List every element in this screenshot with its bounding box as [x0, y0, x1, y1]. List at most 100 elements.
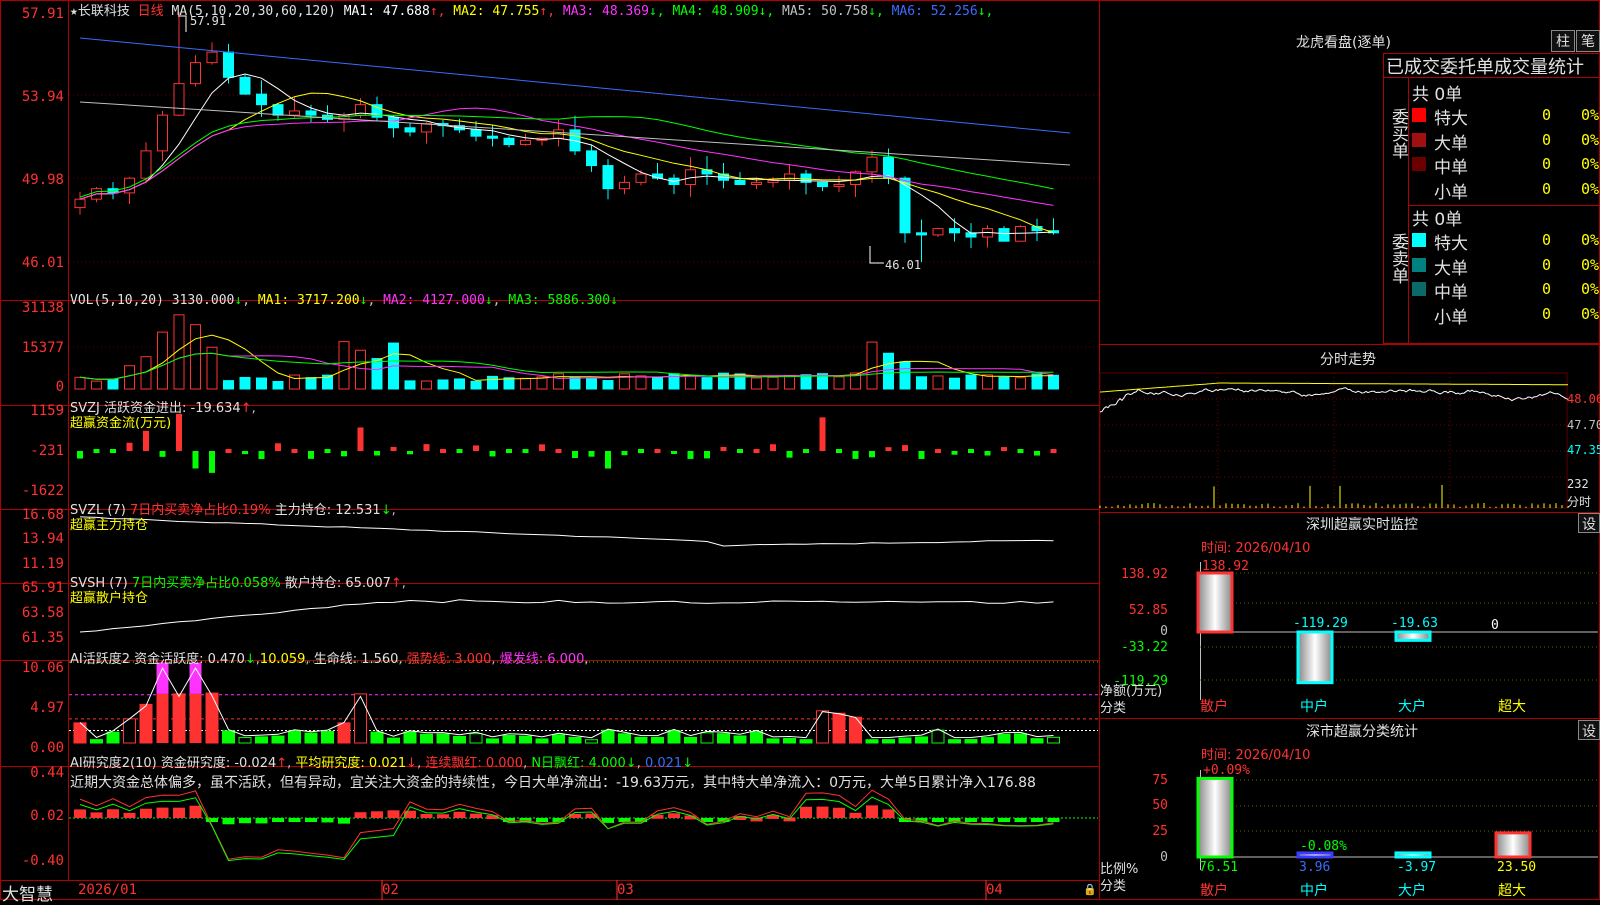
flow-bar: [984, 451, 991, 456]
research-line-2: [79, 796, 1054, 862]
monitor-category-label: 中户: [1300, 698, 1328, 715]
candle-body: [916, 232, 927, 236]
volume-bar: [569, 376, 581, 390]
volume-bar: [949, 377, 960, 390]
candle-body: [866, 156, 878, 173]
price-axis-label: 49.98: [21, 172, 64, 188]
research-bar: [453, 811, 466, 818]
research-bar: [998, 818, 1010, 822]
volume-bar: [602, 380, 614, 390]
activity-bar: [469, 733, 483, 744]
activity-bar: [502, 734, 516, 744]
research-line: [79, 789, 1054, 860]
lock-icon[interactable]: 🔒: [1083, 883, 1097, 896]
flow-bar: [192, 451, 199, 469]
activity-bar: [585, 739, 598, 744]
order-row-value: 0: [1542, 255, 1552, 274]
research-bar: [668, 813, 680, 818]
activity-bar: [288, 730, 301, 744]
research-bar: [1014, 818, 1027, 822]
high-mark: 57.91: [190, 14, 227, 28]
research-bar: [866, 805, 878, 818]
flow-bar: [440, 449, 446, 453]
monitor-value-label: -119.29: [1293, 616, 1348, 631]
activity-bar: [964, 739, 978, 744]
activity-bar: [981, 737, 994, 744]
activity-bar: [700, 732, 714, 744]
activity-bar: [717, 733, 730, 744]
flow-bar: [308, 451, 314, 459]
research-bar: [305, 818, 317, 822]
flow-bar: [704, 451, 710, 459]
bar-mode-button[interactable]: 柱: [1551, 30, 1575, 52]
research-bar: [470, 813, 482, 818]
monitor-settings-button[interactable]: 设: [1578, 513, 1600, 533]
lhb-title: 龙虎看盘(逐单): [1296, 35, 1391, 51]
activity-bar: [898, 737, 912, 744]
volume-bar: [256, 377, 267, 390]
activity-bar: [321, 730, 334, 744]
activity-bar: [667, 730, 681, 744]
activity-bar: [568, 736, 582, 744]
candle-body: [503, 137, 515, 146]
activity-bar: [354, 693, 367, 744]
volume-bar: [239, 376, 251, 390]
order-row-percent: 0%: [1581, 106, 1600, 124]
activity-bar: [931, 729, 945, 744]
volume-bar: [685, 375, 696, 390]
candle-body: [421, 123, 432, 133]
intraday-avg-line: [1099, 382, 1568, 393]
volume-bar: [784, 374, 795, 390]
low-mark: 46.01: [885, 258, 922, 272]
flow-bar: [539, 444, 545, 451]
ai1-axis-label: 4.97: [30, 700, 64, 716]
order-total: 共 0单: [1412, 210, 1463, 230]
svsh-axis-label: 65.91: [21, 580, 64, 596]
activity-bar: [849, 716, 862, 744]
candle-body: [140, 150, 152, 179]
svzl-axis-label: 13.94: [21, 531, 64, 547]
pen-mode-button[interactable]: 笔: [1576, 30, 1600, 52]
classify-settings-button[interactable]: 设: [1578, 720, 1600, 740]
volume-bar: [404, 380, 416, 390]
order-row-percent: 0%: [1581, 280, 1600, 298]
candle-body: [586, 150, 597, 167]
flow-bar: [110, 449, 116, 453]
svzl-sub: 超赢主力持仓: [70, 518, 149, 533]
volume-bar: [487, 375, 498, 390]
date-label: 03: [617, 882, 634, 898]
activity-bar: [1030, 738, 1044, 744]
candle-body: [998, 228, 1010, 242]
activity-bar: [651, 736, 664, 744]
monitor-bar: [1196, 571, 1234, 634]
flow-bar: [1034, 451, 1040, 456]
activity-bar: [370, 731, 384, 744]
monitor-title: 深圳超赢实时监控: [1306, 517, 1418, 533]
order-total: 共 0单: [1412, 85, 1463, 105]
vol-axis-label: 31138: [21, 300, 64, 316]
axis-label: 75: [1152, 773, 1168, 788]
volume-bar: [520, 377, 531, 390]
flow-bar: [638, 449, 644, 453]
activity-bar: [337, 722, 351, 744]
order-row-value: 0: [1542, 179, 1552, 198]
stock-name[interactable]: 长联科技: [78, 4, 130, 19]
flow-bar: [935, 449, 941, 453]
axis-label: 0: [1160, 624, 1168, 639]
activity-bar: [519, 735, 532, 744]
candle-body: [487, 135, 498, 139]
classify-title: 深市超赢分类统计: [1306, 724, 1418, 740]
activity-bar: [271, 735, 285, 744]
favorite-star-icon[interactable]: ★: [70, 4, 78, 19]
flow-bar: [1001, 447, 1007, 451]
flow-bar: [275, 443, 281, 451]
order-row-name: 特大: [1434, 234, 1468, 254]
monitor-value-label: 0: [1491, 618, 1499, 633]
research-bar: [387, 810, 400, 818]
stat-title: 已成交委托单成交量统计: [1386, 57, 1584, 78]
app-logo: 大智慧: [2, 885, 53, 905]
flow-bar: [869, 451, 875, 458]
ma-value-4: MA4: 48.909: [664, 4, 759, 19]
period-label[interactable]: 日线: [138, 4, 164, 19]
flow-bar: [522, 449, 529, 453]
